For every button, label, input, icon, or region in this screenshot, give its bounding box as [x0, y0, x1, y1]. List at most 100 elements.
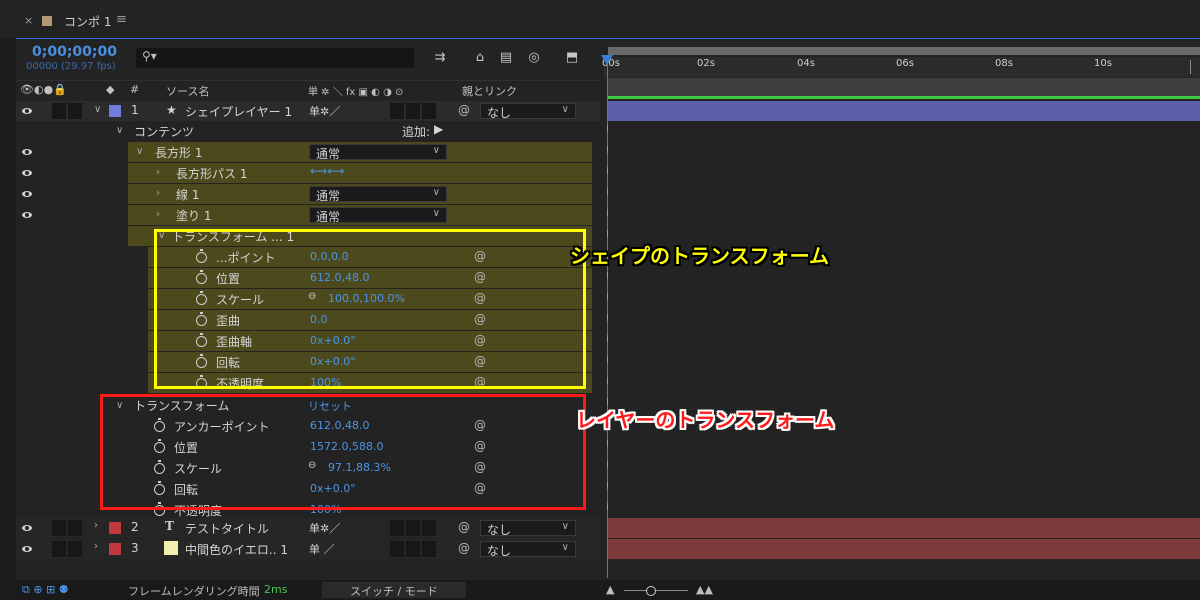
layer-track-bar[interactable] — [608, 539, 1200, 559]
search-input[interactable] — [136, 48, 414, 68]
rect-path-name[interactable]: 長方形パス 1 — [176, 165, 247, 182]
switch-box[interactable] — [390, 520, 404, 536]
keyframe-marker: I — [606, 376, 609, 387]
work-area-bar[interactable] — [608, 47, 1200, 55]
switch-box[interactable] — [406, 103, 420, 119]
panel-menu-icon[interactable]: ≡ — [116, 12, 127, 27]
chevron-right-icon[interactable]: › — [156, 188, 160, 199]
col-switches: 単 ✲ ＼ fx ▣ ◐ ◑ ⊙ — [308, 87, 404, 98]
layer-name[interactable]: テストタイトル — [185, 520, 269, 537]
switch-box[interactable] — [390, 541, 404, 557]
frame-rate: 00000 (29.97 fps) — [26, 61, 116, 72]
pick-whip-icon[interactable]: @ — [458, 520, 470, 534]
solo-box[interactable] — [52, 520, 66, 536]
close-icon[interactable]: × — [24, 14, 33, 27]
switch-box[interactable] — [422, 541, 436, 557]
motion-blur-icon[interactable]: ◎ — [526, 50, 542, 66]
add-button[interactable]: 追加: — [402, 123, 430, 140]
switch-box[interactable] — [422, 103, 436, 119]
switch-box[interactable] — [406, 520, 420, 536]
av-switches-icon: 👁◐●🔒 — [20, 83, 67, 96]
chevron-right-icon[interactable]: › — [94, 541, 98, 552]
layer-switches[interactable]: 单 ／ — [309, 541, 335, 557]
layer-label-color[interactable] — [109, 105, 121, 117]
chevron-right-icon[interactable]: › — [156, 167, 160, 178]
pick-whip-icon[interactable]: @ — [458, 541, 470, 555]
zoom-in-icon[interactable]: ▲▲ — [696, 583, 713, 596]
keyframe-marker: I — [606, 208, 609, 219]
play-icon[interactable]: ▶ — [434, 122, 443, 136]
visibility-eye-icon[interactable] — [20, 523, 34, 533]
keyframe-marker: I — [606, 460, 609, 471]
col-source-name[interactable]: ソース名 — [166, 83, 209, 99]
composition-flowchart-icon[interactable]: ⇉ — [432, 50, 448, 66]
layer-name[interactable]: 中間色のイエロ.. 1 — [185, 541, 288, 558]
path-direction-icon[interactable]: ⟷⟷ — [310, 164, 344, 178]
current-timecode[interactable]: 0;00;00;00 — [32, 44, 117, 60]
visibility-eye-icon[interactable] — [20, 210, 34, 220]
visibility-eye-icon[interactable] — [20, 106, 34, 116]
keyframe-marker: I — [606, 145, 609, 156]
solid-layer-icon — [164, 541, 178, 555]
layer-switches[interactable]: 单✲／ — [309, 520, 340, 536]
layer-label-color[interactable] — [109, 543, 121, 555]
layer-label-color[interactable] — [109, 522, 121, 534]
frame-blending-icon[interactable]: ▤ — [498, 50, 514, 66]
switch-box[interactable] — [406, 541, 420, 557]
col-parent[interactable]: 親とリンク — [462, 83, 517, 99]
blend-mode-dropdown[interactable]: 通常 ∨ — [309, 207, 447, 224]
graph-editor-icon[interactable]: ⬒ — [564, 50, 580, 66]
lock-box[interactable] — [68, 103, 82, 119]
keyframe-marker: I — [606, 481, 609, 492]
layer-track-bar[interactable] — [608, 518, 1200, 538]
switches-modes-label[interactable]: スイッチ / モード — [350, 583, 438, 599]
switch-box[interactable] — [390, 103, 404, 119]
lock-box[interactable] — [68, 520, 82, 536]
rect-group-name[interactable]: 長方形 1 — [155, 144, 202, 161]
switch-box[interactable] — [422, 520, 436, 536]
layer-number: 1 — [131, 103, 139, 117]
ruler-tick: 10s — [1094, 58, 1112, 69]
keyframe-marker: I — [606, 166, 609, 177]
blend-mode-dropdown[interactable]: 通常 ∨ — [309, 186, 447, 203]
chevron-down-icon[interactable]: ∨ — [94, 104, 101, 115]
chevron-down-icon[interactable]: ∨ — [116, 125, 123, 136]
solo-box[interactable] — [52, 541, 66, 557]
lock-box[interactable] — [68, 541, 82, 557]
visibility-eye-icon[interactable] — [20, 544, 34, 554]
visibility-eye-icon[interactable] — [20, 168, 34, 178]
keyframe-marker: I — [606, 313, 609, 324]
keyframe-marker: I — [606, 229, 609, 240]
composition-color-icon — [42, 16, 52, 26]
visibility-eye-icon[interactable] — [20, 147, 34, 157]
stroke-name[interactable]: 線 1 — [176, 186, 199, 203]
keyframe-marker: I — [606, 187, 609, 198]
layer-transform-highlight — [100, 394, 586, 510]
chevron-right-icon[interactable]: › — [94, 520, 98, 531]
blend-mode-dropdown[interactable]: 通常 ∨ — [309, 144, 447, 161]
zoom-out-icon[interactable]: ▲ — [606, 583, 614, 596]
visibility-eye-icon[interactable] — [20, 189, 34, 199]
playhead-handle[interactable] — [601, 55, 613, 65]
shape-transform-highlight — [154, 229, 586, 389]
composition-icons[interactable]: ⧉ ⊕ ⊞ ⚉ — [22, 583, 69, 597]
zoom-slider-track[interactable] — [624, 590, 688, 591]
fill-name[interactable]: 塗り 1 — [176, 207, 211, 224]
pick-whip-icon[interactable]: @ — [458, 103, 470, 117]
draft-3d-icon[interactable]: ⌂ — [472, 50, 488, 66]
col-number: # — [130, 83, 140, 96]
solo-box[interactable] — [52, 103, 66, 119]
zoom-slider-handle[interactable] — [646, 586, 656, 596]
ruler-tick: 02s — [697, 58, 715, 69]
parent-dropdown[interactable]: なし ∨ — [480, 103, 576, 120]
parent-dropdown[interactable]: なし ∨ — [480, 520, 576, 537]
chevron-right-icon[interactable]: › — [156, 209, 160, 220]
keyframe-marker: I — [606, 439, 609, 450]
layer-switches[interactable]: 单✲／ — [309, 103, 340, 119]
parent-dropdown[interactable]: なし ∨ — [480, 541, 576, 558]
layer-track-bar[interactable] — [608, 101, 1200, 121]
keyframe-marker: I — [606, 124, 609, 135]
tab-composition[interactable]: コンポ 1 — [64, 13, 111, 30]
layer-name[interactable]: シェイプレイヤー 1 — [185, 103, 292, 120]
chevron-down-icon[interactable]: ∨ — [136, 146, 143, 157]
